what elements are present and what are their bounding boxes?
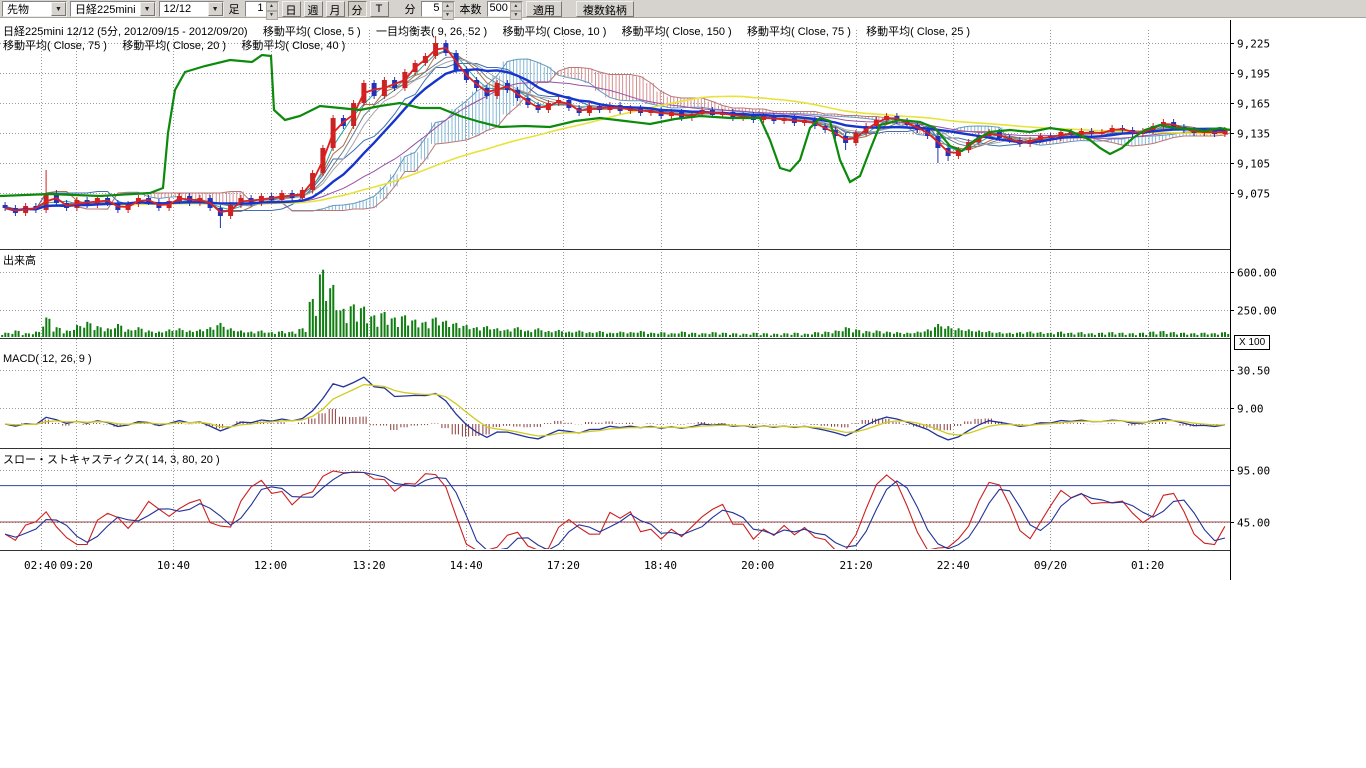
svg-text:9,075: 9,075 bbox=[1237, 188, 1270, 201]
stochastics-pane-label: スロー・ストキャスティクス( 14, 3, 80, 20 ) bbox=[3, 451, 220, 467]
svg-text:95.00: 95.00 bbox=[1237, 465, 1270, 478]
svg-text:9,165: 9,165 bbox=[1237, 98, 1270, 111]
spinner-down-icon[interactable]: ▼ bbox=[266, 11, 278, 20]
svg-text:20:00: 20:00 bbox=[741, 559, 774, 572]
chevron-down-icon[interactable]: ▼ bbox=[140, 2, 155, 16]
period-month-button[interactable]: 月 bbox=[326, 1, 345, 17]
minute-label: 分 bbox=[403, 1, 418, 17]
spinner-up-icon[interactable]: ▲ bbox=[266, 2, 278, 11]
svg-text:250.00: 250.00 bbox=[1237, 305, 1277, 318]
svg-text:22:40: 22:40 bbox=[937, 559, 970, 572]
svg-text:14:40: 14:40 bbox=[450, 559, 483, 572]
svg-text:18:40: 18:40 bbox=[644, 559, 677, 572]
bar-type-label: 足 bbox=[227, 1, 242, 17]
svg-text:02:40: 02:40 bbox=[24, 559, 57, 572]
svg-text:30.50: 30.50 bbox=[1237, 365, 1270, 378]
volume-unit-multiplier: X 100 bbox=[1234, 335, 1270, 350]
svg-text:45.00: 45.00 bbox=[1237, 517, 1270, 530]
symbol-select-value: 日経225mini bbox=[71, 1, 140, 17]
period-week-button[interactable]: 週 bbox=[304, 1, 323, 17]
spinner-down-icon[interactable]: ▼ bbox=[442, 11, 454, 20]
minute-interval-spinner[interactable]: 5 ▲▼ bbox=[421, 1, 455, 17]
svg-text:600.00: 600.00 bbox=[1237, 267, 1277, 280]
bar-count-spinner[interactable]: 500 ▲▼ bbox=[487, 1, 523, 17]
svg-text:01:20: 01:20 bbox=[1131, 559, 1164, 572]
contract-month-value: 12/12 bbox=[160, 3, 208, 15]
market-select-value: 先物 bbox=[3, 1, 51, 17]
market-select[interactable]: 先物 ▼ bbox=[2, 1, 67, 17]
svg-text:9,135: 9,135 bbox=[1237, 128, 1270, 141]
svg-text:12:00: 12:00 bbox=[254, 559, 287, 572]
svg-text:17:20: 17:20 bbox=[547, 559, 580, 572]
toolbar: 先物 ▼ 日経225mini ▼ 12/12 ▼ 足 1 ▲▼ 日 週 月 分 … bbox=[0, 0, 1366, 18]
period-minute-button[interactable]: 分 bbox=[348, 1, 367, 17]
svg-text:9,225: 9,225 bbox=[1237, 38, 1270, 51]
chevron-down-icon[interactable]: ▼ bbox=[208, 2, 223, 16]
chart-canvas[interactable]: 9,225 9,195 9,165 9,135 9,105 9,075 600.00 250.… bbox=[0, 0, 1366, 600]
spinner-arrows[interactable]: ▲▼ bbox=[442, 2, 454, 16]
period-day-button[interactable]: 日 bbox=[282, 1, 301, 17]
bar-count-value: 500 bbox=[488, 2, 510, 16]
svg-text:9.00: 9.00 bbox=[1237, 403, 1264, 416]
svg-text:09:20: 09:20 bbox=[60, 559, 93, 572]
bar-count-label: 本数 bbox=[458, 1, 484, 17]
svg-text:10:40: 10:40 bbox=[157, 559, 190, 572]
spinner-up-icon[interactable]: ▲ bbox=[442, 2, 454, 11]
svg-text:9,105: 9,105 bbox=[1237, 158, 1270, 171]
apply-button[interactable]: 適用 bbox=[526, 1, 562, 17]
trading-app-window: 先物 ▼ 日経225mini ▼ 12/12 ▼ 足 1 ▲▼ 日 週 月 分 … bbox=[0, 0, 1366, 768]
contract-month-select[interactable]: 12/12 ▼ bbox=[159, 1, 224, 17]
chart-indicator-list: 移動平均( Close, 75 ) 移動平均( Close, 20 ) 移動平均… bbox=[3, 37, 345, 53]
bar-interval-value: 1 bbox=[246, 2, 266, 16]
period-tick-button[interactable]: T bbox=[370, 1, 389, 17]
spinner-arrows[interactable]: ▲▼ bbox=[510, 2, 522, 16]
bar-interval-spinner[interactable]: 1 ▲▼ bbox=[245, 1, 279, 17]
spinner-up-icon[interactable]: ▲ bbox=[510, 2, 522, 11]
spinner-arrows[interactable]: ▲▼ bbox=[266, 2, 278, 16]
svg-text:21:20: 21:20 bbox=[840, 559, 873, 572]
macd-pane-label: MACD( 12, 26, 9 ) bbox=[3, 353, 92, 365]
svg-text:13:20: 13:20 bbox=[352, 559, 385, 572]
minute-interval-value: 5 bbox=[422, 2, 442, 16]
symbol-select[interactable]: 日経225mini ▼ bbox=[70, 1, 156, 17]
svg-text:09/20: 09/20 bbox=[1034, 559, 1067, 572]
spinner-down-icon[interactable]: ▼ bbox=[510, 11, 522, 20]
chevron-down-icon[interactable]: ▼ bbox=[51, 2, 66, 16]
volume-pane-label: 出来高 bbox=[3, 252, 36, 268]
svg-text:9,195: 9,195 bbox=[1237, 68, 1270, 81]
multi-symbol-button[interactable]: 複数銘柄 bbox=[576, 1, 634, 17]
